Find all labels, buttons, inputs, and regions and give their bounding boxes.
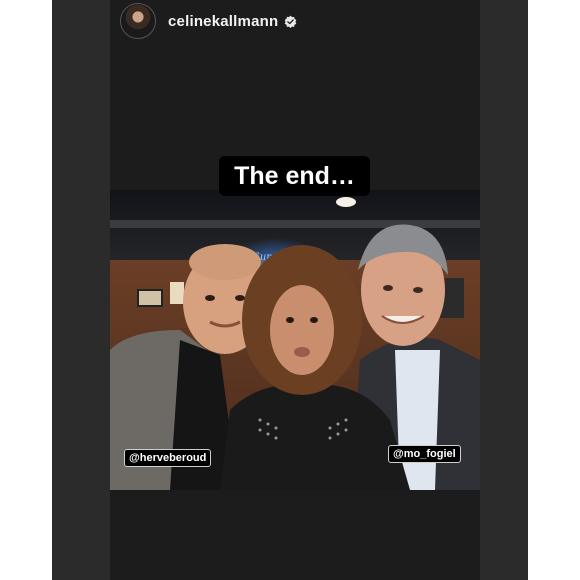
username[interactable]: celinekallmann <box>168 13 278 30</box>
mention-tag-herveberoud[interactable]: @herveberoud <box>124 449 212 467</box>
verified-badge-icon <box>285 15 297 28</box>
profile-avatar[interactable] <box>120 3 156 39</box>
mention-tag-mo-fogiel[interactable]: @mo_fogiel <box>388 445 461 463</box>
story-caption: The end… <box>219 156 370 196</box>
story-header: celinekallmann <box>120 3 297 39</box>
